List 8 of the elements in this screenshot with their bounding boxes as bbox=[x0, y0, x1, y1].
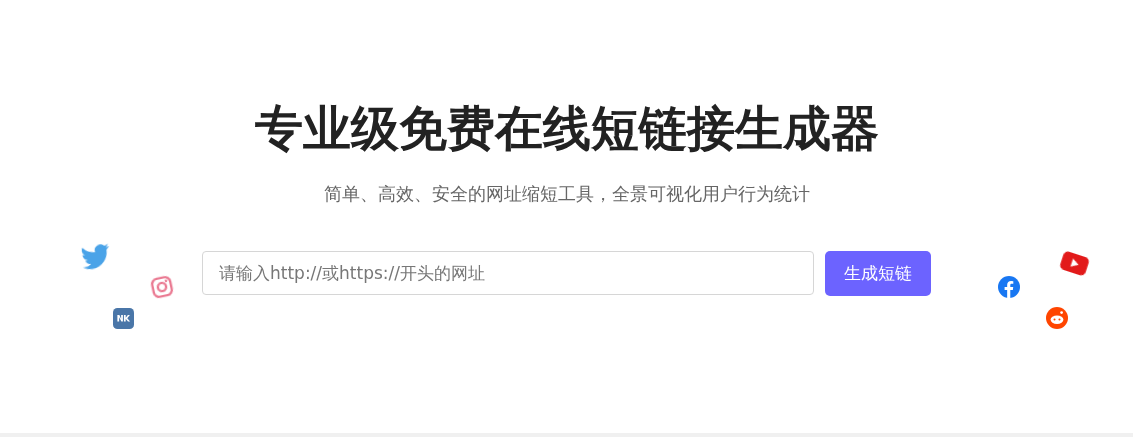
facebook-icon bbox=[998, 276, 1020, 298]
subtitle: 简单、高效、安全的网址缩短工具，全景可视化用户行为统计 bbox=[323, 182, 810, 206]
url-input-field[interactable]: 请输入http://或https://开头的网址 bbox=[202, 251, 814, 295]
page-title: 专业级免费在线短链接生成器 bbox=[254, 99, 879, 158]
camera-icon bbox=[148, 273, 176, 301]
vk-icon bbox=[113, 308, 134, 329]
generate-button[interactable]: 生成短链 bbox=[825, 251, 931, 296]
reddit-icon bbox=[1046, 307, 1068, 329]
